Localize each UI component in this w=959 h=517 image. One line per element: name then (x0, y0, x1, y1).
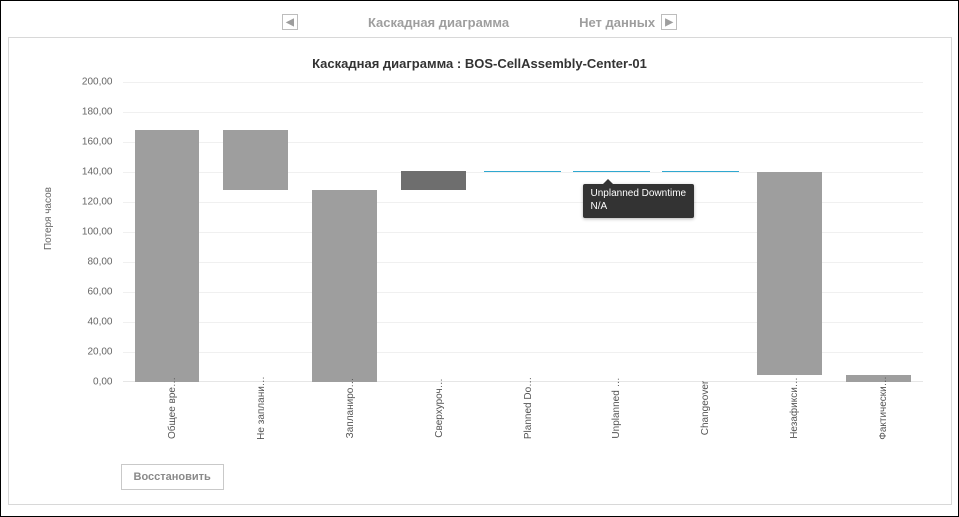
x-axis-label-text: Сверхуроч… (434, 378, 445, 437)
ytick: 80,00 (75, 257, 113, 268)
bar[interactable] (484, 171, 561, 172)
x-axis-label: Запланиро… (300, 388, 389, 444)
nav-prev-group: ◀ (282, 14, 298, 30)
ytick: 60,00 (75, 287, 113, 298)
tooltip: Unplanned Downtime N/A (583, 184, 695, 218)
bar-slot (834, 82, 923, 381)
ytick: 100,00 (75, 227, 113, 238)
x-axis-label-text: Фактически… (878, 376, 889, 440)
bar-slot (123, 82, 212, 381)
nav-center-label: Каскадная диаграмма (368, 15, 509, 30)
ytick: 20,00 (75, 347, 113, 358)
x-axis-label-text: Planned Do… (523, 377, 534, 439)
bar[interactable] (401, 171, 466, 191)
ytick: 120,00 (75, 197, 113, 208)
bars-container (123, 82, 923, 381)
chart-title: Каскадная диаграмма : BOS-CellAssembly-C… (9, 38, 951, 71)
x-axis-label: Unplanned … (567, 388, 656, 444)
x-axis-label-text: Не заплани… (256, 376, 267, 440)
chart-panel: Каскадная диаграмма : BOS-CellAssembly-C… (8, 37, 952, 505)
reset-button[interactable]: Восстановить (121, 464, 224, 490)
x-axis-label: Общее вре… (123, 388, 212, 444)
plot-wrap: Потеря часов 0,00 20,00 40,00 60,00 80,0… (49, 82, 929, 434)
x-axis-labels: Общее вре…Не заплани…Запланиро…Сверхуроч… (123, 388, 923, 444)
bar-slot (478, 82, 567, 381)
bar[interactable] (312, 190, 377, 382)
nav-next-button[interactable]: ▶ (661, 14, 677, 30)
x-axis-label-text: Общее вре… (167, 377, 178, 439)
nav-prev-button[interactable]: ◀ (282, 14, 298, 30)
x-axis-label: Planned Do… (478, 388, 567, 444)
y-axis-label: Потеря часов (43, 187, 54, 250)
bar[interactable] (662, 171, 739, 172)
bar-slot (567, 82, 656, 381)
x-axis-label-text: Changeover (700, 381, 711, 435)
chevron-left-icon: ◀ (286, 17, 294, 28)
ytick: 0,00 (75, 377, 113, 388)
bar-slot (389, 82, 478, 381)
nav-next-group: Нет данных ▶ (579, 14, 677, 30)
x-axis-label-text: Запланиро… (345, 378, 356, 439)
app-window: ◀ Каскадная диаграмма Нет данных ▶ Каска… (0, 0, 959, 517)
bar-slot (745, 82, 834, 381)
x-axis-label: Фактически… (834, 388, 923, 444)
bar[interactable] (573, 171, 650, 172)
nav-next-label: Нет данных (579, 15, 655, 30)
ytick: 160,00 (75, 137, 113, 148)
x-axis-label: Не заплани… (211, 388, 300, 444)
bar-slot (656, 82, 745, 381)
bar-slot (300, 82, 389, 381)
bar[interactable] (757, 172, 822, 375)
x-axis-label: Changeover (656, 388, 745, 444)
x-axis-label-text: Незафикси… (789, 377, 800, 439)
ytick: 40,00 (75, 317, 113, 328)
ytick: 200,00 (75, 77, 113, 88)
x-axis-label: Незафикси… (745, 388, 834, 444)
tooltip-line1: Unplanned Downtime (591, 188, 687, 199)
bar-slot (211, 82, 300, 381)
bar[interactable] (135, 130, 200, 382)
bar[interactable] (223, 130, 288, 190)
plot-area: Unplanned Downtime N/A (123, 82, 923, 382)
chevron-right-icon: ▶ (665, 17, 673, 28)
ytick: 180,00 (75, 107, 113, 118)
ytick: 140,00 (75, 167, 113, 178)
tooltip-line2: N/A (591, 201, 608, 212)
x-axis-label-text: Unplanned … (611, 377, 622, 438)
x-axis-label: Сверхуроч… (389, 388, 478, 444)
top-nav: ◀ Каскадная диаграмма Нет данных ▶ (7, 7, 952, 37)
